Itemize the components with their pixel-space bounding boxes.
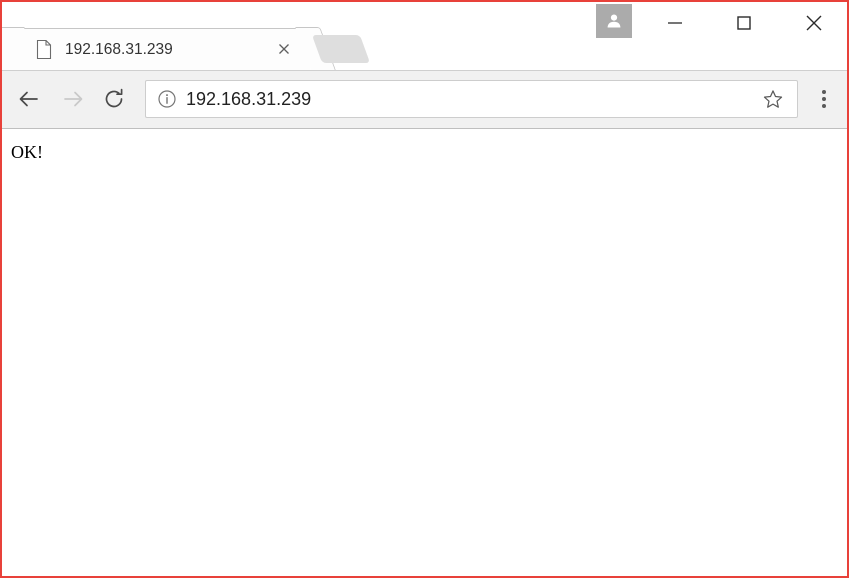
tab-close-icon[interactable] — [274, 39, 294, 59]
reload-icon — [105, 88, 123, 108]
address-bar[interactable]: 192.168.31.239 — [145, 80, 798, 118]
window-maximize-button[interactable] — [721, 6, 767, 40]
tab-strip: 192.168.31.239 — [2, 2, 847, 70]
window-minimize-button[interactable] — [652, 6, 698, 40]
browser-toolbar: 192.168.31.239 — [2, 70, 847, 129]
forward-arrow-icon — [64, 91, 83, 107]
tab-title: 192.168.31.239 — [65, 41, 173, 58]
profile-avatar[interactable] — [596, 4, 632, 38]
menu-dot — [822, 97, 826, 101]
reload-button[interactable] — [97, 82, 131, 116]
forward-button[interactable] — [56, 82, 90, 116]
back-button[interactable] — [12, 82, 46, 116]
maximize-icon — [737, 16, 751, 30]
browser-tab-active[interactable]: 192.168.31.239 — [10, 28, 310, 70]
page-content: OK! — [2, 129, 847, 576]
back-arrow-icon — [19, 91, 38, 107]
new-tab-button[interactable] — [311, 35, 371, 63]
person-avatar-icon — [607, 14, 621, 28]
minimize-icon — [668, 22, 682, 24]
menu-dot — [822, 90, 826, 94]
document-page-icon — [36, 39, 52, 60]
star-outline-icon[interactable] — [761, 87, 785, 111]
close-icon — [806, 15, 822, 31]
browser-window: 192.168.31.239 192.168.31.239 OK! — [0, 0, 849, 578]
menu-dot — [822, 104, 826, 108]
page-body-text: OK! — [11, 142, 43, 162]
three-dot-menu-icon[interactable] — [808, 83, 840, 115]
info-circle-icon[interactable] — [156, 88, 178, 110]
window-close-button[interactable] — [791, 6, 837, 40]
address-bar-url: 192.168.31.239 — [186, 88, 312, 109]
